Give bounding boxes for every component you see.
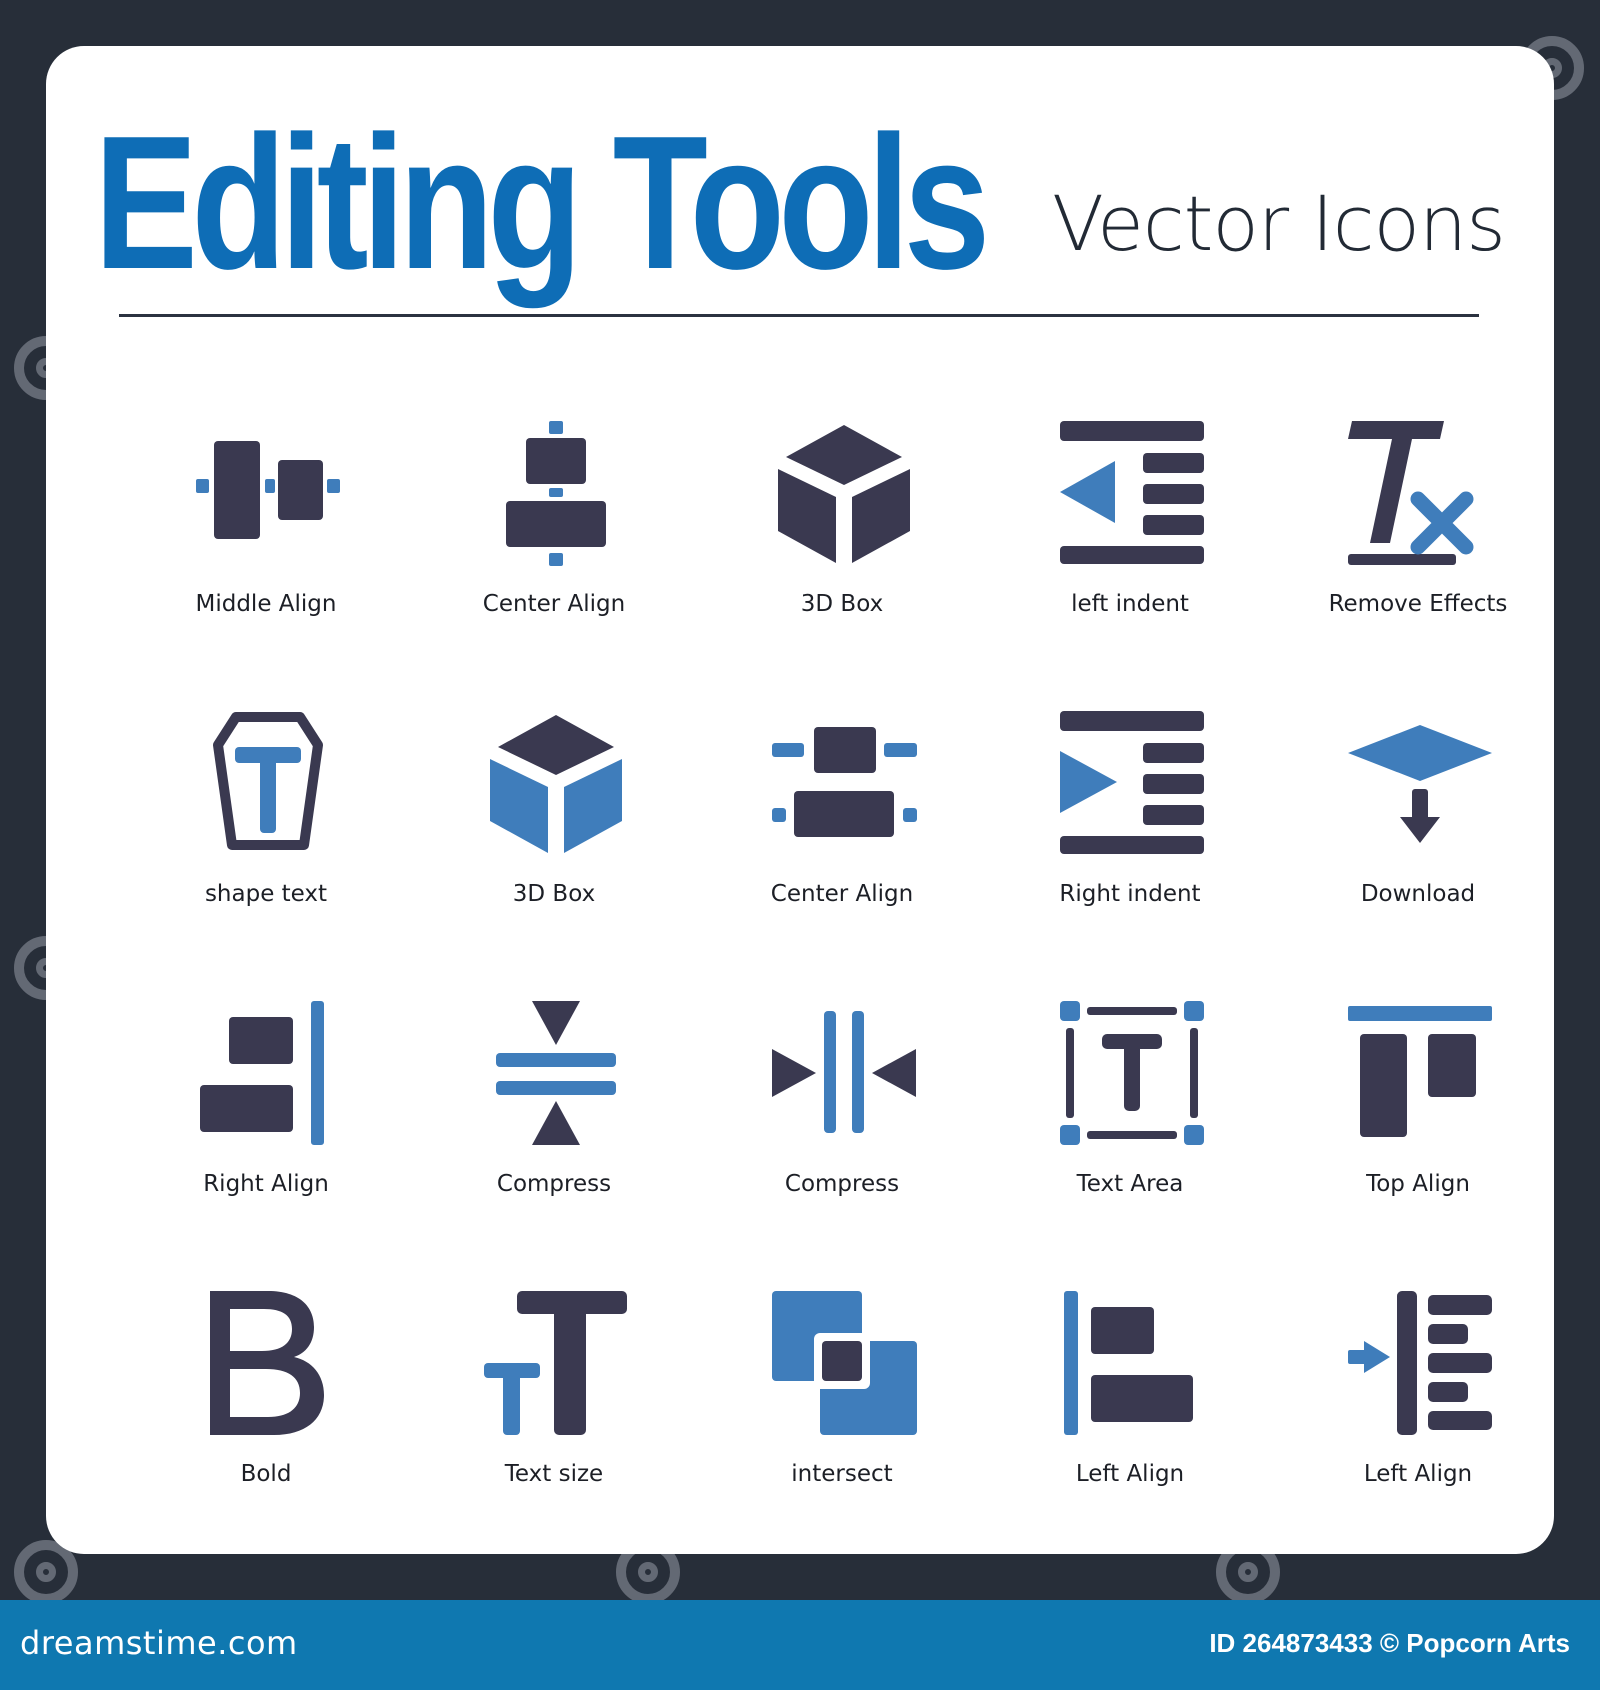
title-divider xyxy=(119,314,1479,317)
icon-label: 3D Box xyxy=(512,881,596,907)
3d-box-solid-icon xyxy=(778,425,910,563)
icon-tile: shape text xyxy=(121,691,411,961)
icon-tile: Middle Align xyxy=(121,401,411,671)
right-indent-icon xyxy=(1060,711,1204,854)
icon-tile: Download xyxy=(1273,691,1563,961)
icon-tile: Center Align xyxy=(409,401,699,671)
left-align-icon xyxy=(1064,1291,1193,1435)
icon-label: shape text xyxy=(204,881,328,907)
icon-label: 3D Box xyxy=(800,591,884,617)
bold-icon xyxy=(210,1291,324,1435)
center-align-vertical-icon xyxy=(506,421,606,566)
icon-label: Compress xyxy=(784,1171,900,1197)
icon-sheet-card: Editing Tools Vector Icons Middle Align xyxy=(46,46,1554,1554)
icon-tile: left indent xyxy=(985,401,1275,671)
title-row: Editing Tools Vector Icons xyxy=(46,46,1554,346)
icon-tile: Remove Effects xyxy=(1273,401,1563,671)
icon-label: Left Align xyxy=(1363,1461,1473,1487)
icon-tile: 3D Box xyxy=(409,691,699,961)
left-align-arrow-icon xyxy=(1348,1291,1492,1435)
right-align-icon xyxy=(200,1001,324,1145)
icon-label: Bold xyxy=(240,1461,292,1487)
icon-label: Text Area xyxy=(1076,1171,1184,1197)
footer-bar: dreamstime.com ID 264873433 © Popcorn Ar… xyxy=(0,1600,1600,1690)
icon-label: Download xyxy=(1360,881,1476,907)
icon-tile: 3D Box xyxy=(697,401,987,671)
top-align-icon xyxy=(1348,1006,1492,1137)
icon-tile: Left Align xyxy=(985,1271,1275,1541)
intersect-icon xyxy=(772,1291,917,1435)
icon-tile: Text Area xyxy=(985,981,1275,1251)
page-title: Editing Tools xyxy=(94,97,990,309)
icon-tile: Center Align xyxy=(697,691,987,961)
compress-horizontal-icon xyxy=(772,1011,916,1133)
icon-label: Compress xyxy=(496,1171,612,1197)
icon-tile: Compress xyxy=(697,981,987,1251)
left-indent-icon xyxy=(1060,421,1204,564)
icon-label: Left Align xyxy=(1075,1461,1185,1487)
icon-label: intersect xyxy=(791,1461,893,1487)
icon-tile: Bold xyxy=(121,1271,411,1541)
icon-label: Center Align xyxy=(770,881,914,907)
icon-tile: Text size xyxy=(409,1271,699,1541)
icon-tile: Right indent xyxy=(985,691,1275,961)
icon-tile: Compress xyxy=(409,981,699,1251)
3d-box-two-tone-icon xyxy=(490,715,622,853)
footer-credit: ID 264873433 © Popcorn Arts xyxy=(1209,1628,1570,1658)
compress-vertical-icon xyxy=(496,1001,616,1145)
icon-tile: Top Align xyxy=(1273,981,1563,1251)
icon-tile: Left Align xyxy=(1273,1271,1563,1541)
download-layer-icon xyxy=(1348,725,1492,843)
icon-tile: Right Align xyxy=(121,981,411,1251)
middle-align-icon xyxy=(196,441,340,539)
footer-brand-link[interactable]: dreamstime.com xyxy=(20,1624,298,1662)
icon-label: Top Align xyxy=(1366,1171,1470,1197)
center-align-horizontal-icon xyxy=(772,727,917,837)
icon-label: Middle Align xyxy=(195,591,337,617)
icon-label: Right indent xyxy=(1059,881,1201,907)
page-subtitle: Vector Icons xyxy=(1052,179,1506,268)
remove-formatting-icon xyxy=(1348,421,1474,565)
icon-label: Right Align xyxy=(203,1171,329,1197)
icon-label: Center Align xyxy=(482,591,626,617)
text-area-icon xyxy=(1060,1001,1204,1145)
icon-label: left indent xyxy=(1071,591,1189,617)
icon-label: Remove Effects xyxy=(1328,591,1508,617)
icon-tile: intersect xyxy=(697,1271,987,1541)
text-size-icon xyxy=(484,1291,627,1435)
icon-label: Text size xyxy=(504,1461,604,1487)
shape-text-icon xyxy=(213,712,323,850)
